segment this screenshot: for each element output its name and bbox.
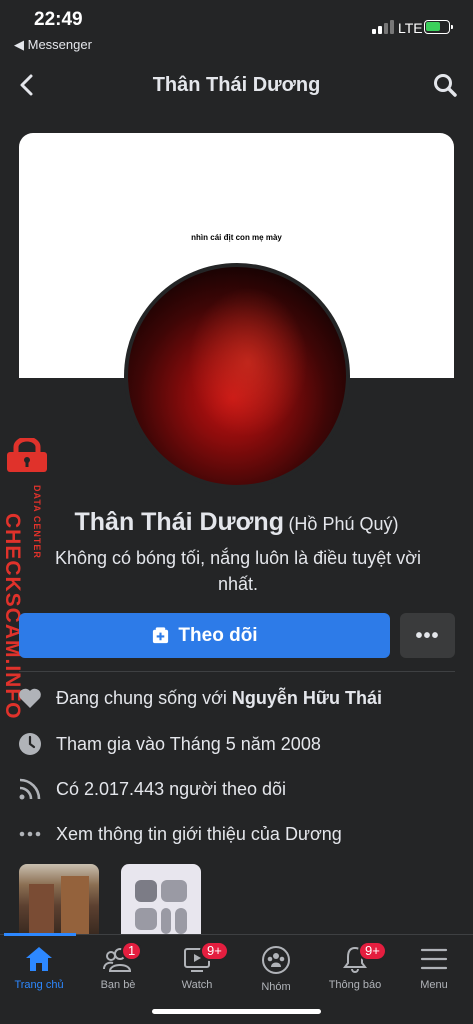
signal-icon	[372, 20, 394, 34]
nav-menu-label: Menu	[420, 979, 448, 991]
partner-name-link[interactable]: Nguyễn Hữu Thái	[232, 688, 382, 708]
info-joined: Tham gia vào Tháng 5 năm 2008	[18, 731, 321, 757]
watermark-title: CHECKSCAM.INFO	[1, 513, 24, 720]
divider	[19, 671, 455, 672]
groups-icon	[262, 946, 290, 974]
status-time: 22:49	[34, 9, 83, 30]
battery-icon	[424, 20, 453, 34]
more-dots-icon: •••	[415, 624, 440, 647]
notifications-badge: 9+	[358, 941, 387, 961]
network-type: LTE	[398, 20, 423, 36]
search-button[interactable]	[432, 72, 458, 98]
info-followers-text: Có 2.017.443 người theo dõi	[56, 778, 287, 799]
info-followers[interactable]: Có 2.017.443 người theo dõi	[18, 776, 286, 802]
nav-home-label: Trang chủ	[14, 979, 64, 991]
watch-badge: 9+	[200, 941, 229, 961]
nav-menu[interactable]: Menu	[395, 941, 473, 1001]
nav-notifications[interactable]: 9+ Thông báo	[316, 941, 394, 1001]
nav-home[interactable]: Trang chủ	[0, 941, 78, 1001]
profile-picture-frame	[124, 263, 350, 489]
page-title: Thân Thái Dương	[152, 74, 321, 96]
clock-icon	[18, 732, 42, 756]
active-tab-indicator	[4, 933, 76, 936]
follow-button-label: Theo dõi	[178, 624, 258, 646]
profile-name-row: Thân Thái Dương (Hồ Phú Quý)	[0, 508, 473, 537]
nav-friends-label: Bạn bè	[100, 979, 136, 991]
profile-name: Thân Thái Dương	[74, 508, 284, 536]
featured-photo-1[interactable]	[19, 864, 99, 934]
info-joined-text: Tham gia vào Tháng 5 năm 2008	[56, 733, 321, 754]
follow-icon	[153, 627, 169, 644]
follow-button[interactable]: Theo dõi	[19, 613, 390, 658]
nav-groups[interactable]: Nhóm	[237, 941, 315, 1001]
friends-badge: 1	[121, 941, 143, 961]
info-relationship-text: Đang chung sống với Nguyễn Hữu Thái	[56, 687, 382, 708]
nav-watch-label: Watch	[181, 979, 213, 991]
lock-icon	[7, 438, 47, 472]
home-indicator[interactable]	[152, 1009, 321, 1014]
back-to-messenger-link[interactable]: ◀ Messenger	[14, 37, 92, 53]
top-bar: Thân Thái Dương	[0, 56, 473, 114]
profile-alt-name: (Hồ Phú Quý)	[288, 514, 399, 534]
nav-notifications-label: Thông báo	[328, 979, 382, 991]
info-about-text: Xem thông tin giới thiệu của Dương	[56, 823, 342, 844]
featured-photo-2[interactable]	[121, 864, 201, 934]
cover-caption: nhìn cái địt con mẹ mày	[191, 233, 282, 242]
more-dots-icon	[18, 822, 42, 846]
more-options-button[interactable]: •••	[400, 613, 455, 658]
heart-icon	[18, 686, 42, 710]
info-about[interactable]: Xem thông tin giới thiệu của Dương	[18, 821, 342, 847]
rss-icon	[18, 777, 42, 801]
info-relationship[interactable]: Đang chung sống với Nguyễn Hữu Thái	[18, 685, 382, 711]
nav-groups-label: Nhóm	[261, 981, 291, 993]
nav-watch[interactable]: 9+ Watch	[158, 941, 236, 1001]
menu-icon	[420, 948, 448, 970]
nav-friends[interactable]: 1 Bạn bè	[79, 941, 157, 1001]
search-icon	[434, 74, 457, 97]
avatar[interactable]	[128, 267, 346, 485]
profile-bio: Không có bóng tối, nắng luôn là điều tuy…	[54, 548, 422, 594]
status-bar: 22:49 ◀ Messenger LTE	[0, 0, 473, 56]
home-icon	[26, 947, 52, 971]
